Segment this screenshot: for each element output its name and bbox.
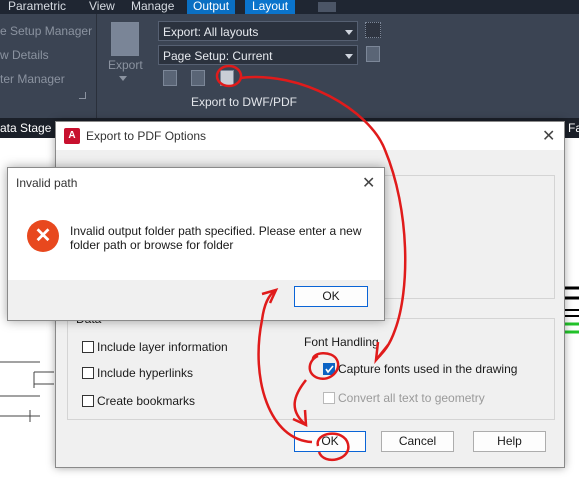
annotation-circle-ok xyxy=(316,432,350,462)
red-annotation-overlay xyxy=(215,64,407,462)
annotation-arrowhead xyxy=(374,341,389,365)
annotation-circle-checkbox xyxy=(308,352,340,381)
annotation-arrow-to-error-ok xyxy=(257,288,313,444)
annotation-circle-pdf-icon xyxy=(215,64,243,88)
annotation-arrow-to-ok xyxy=(293,379,307,426)
annotation-arrow-path xyxy=(239,75,407,361)
